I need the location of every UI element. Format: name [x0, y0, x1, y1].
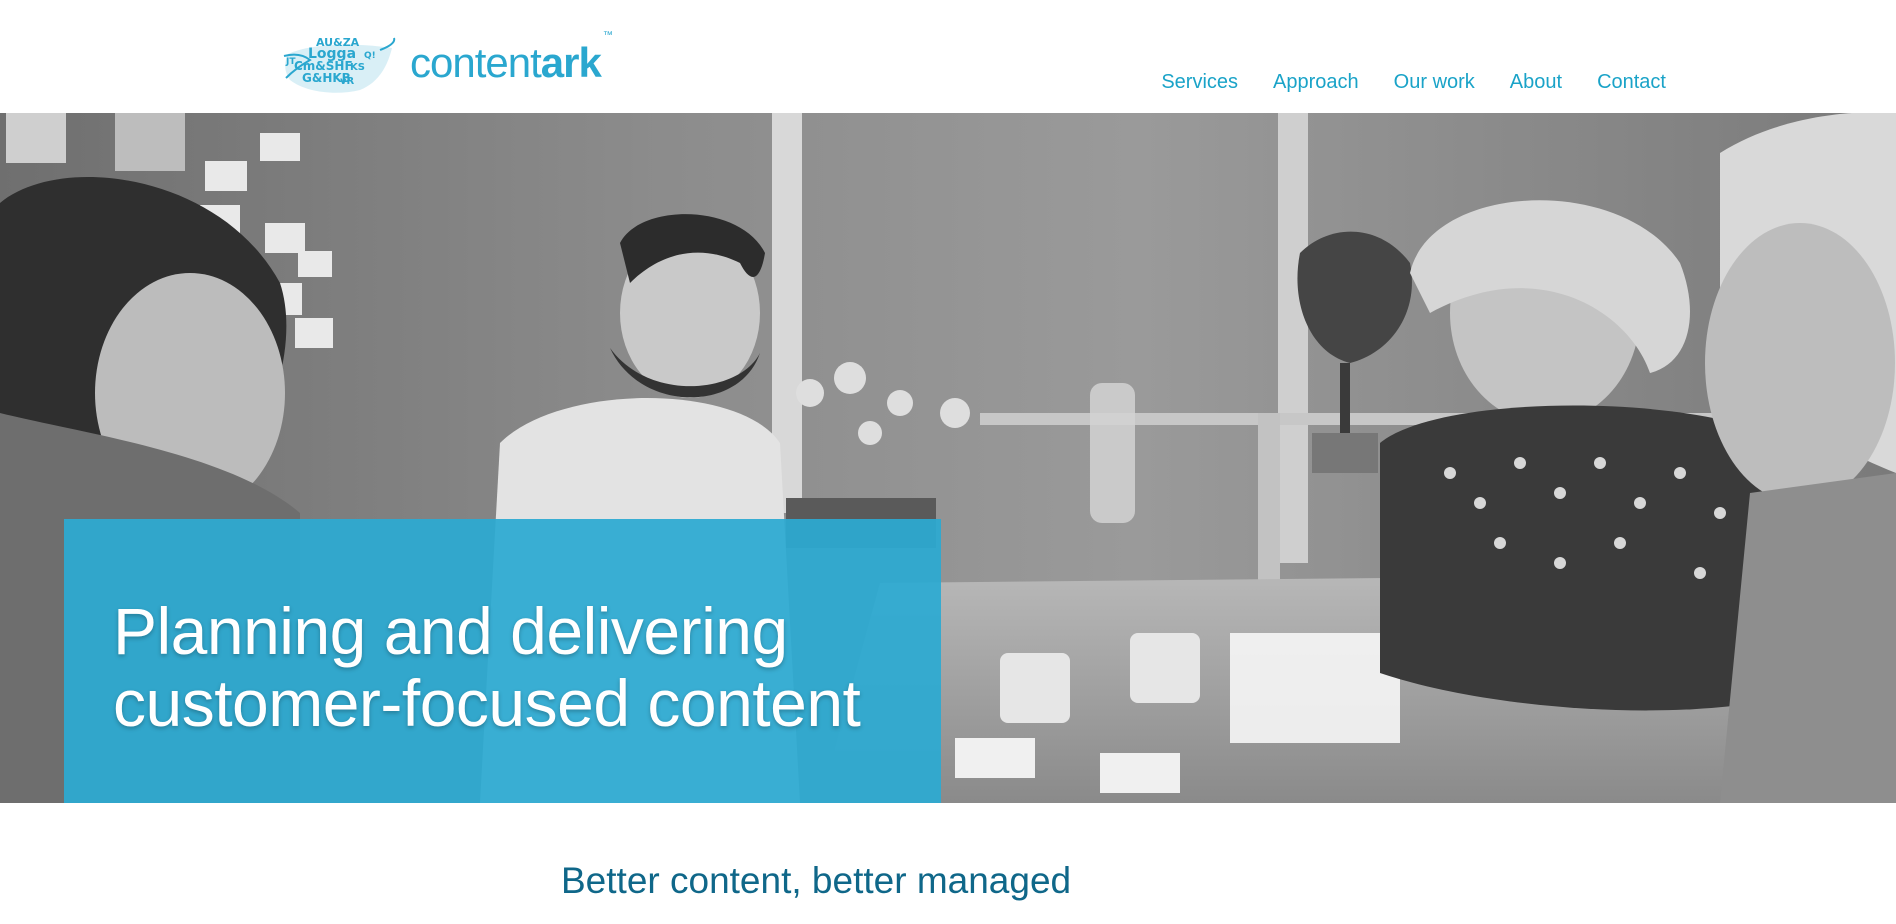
svg-text:JT: JT — [285, 57, 296, 67]
main-nav: Services Approach Our work About Contact — [1161, 70, 1666, 94]
hero-title-line-2: customer-focused content — [113, 666, 861, 740]
svg-text:Q!: Q! — [364, 51, 376, 61]
logo-icon: AU&ZA Logga Cm&SHF KS G&HKB JT Q! vR — [283, 36, 396, 93]
nav-link-our-work[interactable]: Our work — [1394, 70, 1475, 94]
logo-wordmark-light: content — [410, 39, 542, 86]
nav-link-contact[interactable]: Contact — [1597, 70, 1666, 94]
nav-link-services[interactable]: Services — [1161, 70, 1238, 94]
section-heading: Better content, better managed — [561, 860, 1072, 901]
hero-banner: Planning and delivering customer-focused… — [0, 113, 1896, 803]
nav-link-approach[interactable]: Approach — [1273, 70, 1359, 94]
svg-text:KS: KS — [350, 62, 365, 73]
logo-wordmark-bold: ark — [540, 39, 602, 86]
trademark-symbol: ™ — [602, 30, 613, 41]
svg-text:vR: vR — [340, 76, 355, 87]
logo-wordmark: contentark™ — [410, 31, 613, 86]
logo-link[interactable]: AU&ZA Logga Cm&SHF KS G&HKB JT Q! vR con… — [280, 31, 613, 96]
hero-title: Planning and delivering customer-focused… — [113, 594, 861, 740]
nav-link-about[interactable]: About — [1510, 70, 1562, 94]
hero-title-line-1: Planning and delivering — [113, 594, 788, 668]
site-header: AU&ZA Logga Cm&SHF KS G&HKB JT Q! vR con… — [0, 0, 1896, 113]
hero-overlay: Planning and delivering customer-focused… — [64, 519, 941, 803]
